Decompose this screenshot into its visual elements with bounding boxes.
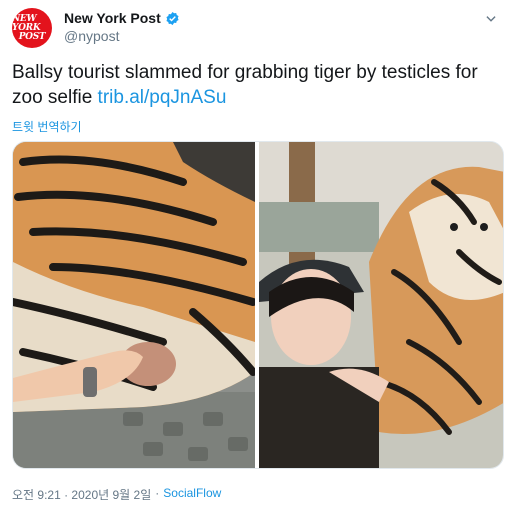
tweet-source[interactable]: SocialFlow — [163, 486, 221, 503]
avatar[interactable]: NEW YORK POST — [12, 8, 52, 48]
tweet-link[interactable]: trib.al/pqJnASu — [98, 87, 227, 108]
author-block: New York Post @nypost — [64, 10, 180, 44]
tourist-tiger-selfie-photo — [259, 142, 503, 468]
chevron-down-icon[interactable] — [484, 12, 498, 26]
tiger-closeup-photo — [13, 142, 255, 468]
avatar-logo-line1: NEW YORK — [12, 13, 41, 33]
tweet-header: NEW YORK POST New York Post @nypost — [12, 8, 502, 48]
tweet-footer: 오전 9:21 · 2020년 9월 2일 · SocialFlow — [12, 486, 221, 503]
author-handle[interactable]: @nypost — [64, 28, 180, 44]
author-name[interactable]: New York Post — [64, 10, 161, 26]
media-photo-left[interactable] — [13, 142, 255, 468]
tweet-body: Ballsy tourist slammed for grabbing tige… — [12, 62, 478, 108]
tweet-timestamp[interactable]: 오전 9:21 · 2020년 9월 2일 — [12, 486, 151, 503]
footer-separator: · — [155, 486, 160, 500]
verified-badge-icon — [166, 11, 179, 25]
tweet-media[interactable] — [12, 141, 504, 469]
name-row: New York Post — [64, 10, 180, 26]
tweet-text: Ballsy tourist slammed for grabbing tige… — [12, 60, 502, 110]
avatar-logo-line2: POST — [18, 31, 46, 42]
translate-tweet-link[interactable]: 트윗 번역하기 — [12, 118, 82, 135]
media-photo-right[interactable] — [259, 142, 503, 468]
